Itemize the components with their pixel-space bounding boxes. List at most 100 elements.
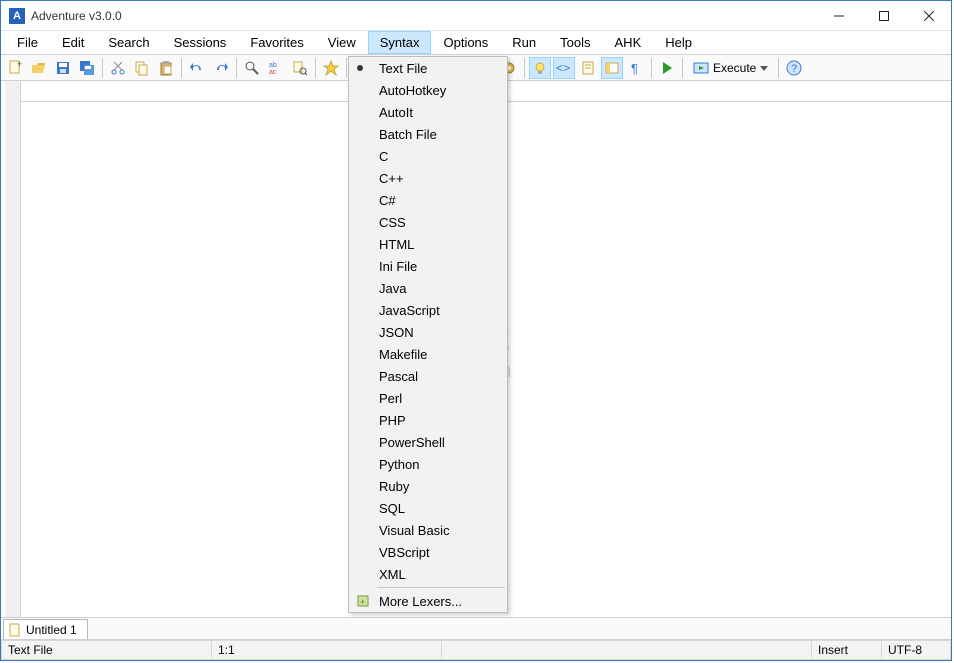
syntax-item-ruby[interactable]: Ruby (349, 475, 507, 497)
syntax-item-label: Batch File (379, 127, 437, 142)
svg-text:ab: ab (269, 62, 277, 69)
syntax-item-label: C++ (379, 171, 404, 186)
toolbar-separator (778, 58, 779, 78)
save-button[interactable] (52, 57, 74, 79)
execute-dropdown[interactable]: Execute (686, 57, 775, 79)
syntax-item-c-[interactable]: C# (349, 189, 507, 211)
run-button[interactable] (656, 57, 678, 79)
menu-tools[interactable]: Tools (548, 31, 602, 54)
save-all-icon (79, 60, 95, 76)
syntax-item-label: VBScript (379, 545, 430, 560)
syntax-item-c-[interactable]: C++ (349, 167, 507, 189)
code-icon: <> (556, 60, 572, 76)
syntax-item-sql[interactable]: SQL (349, 497, 507, 519)
syntax-item-xml[interactable]: XML (349, 563, 507, 585)
svg-text:<>: <> (556, 61, 570, 75)
menu-file[interactable]: File (5, 31, 50, 54)
menu-sessions[interactable]: Sessions (162, 31, 239, 54)
save-all-button[interactable] (76, 57, 98, 79)
syntax-item-label: XML (379, 567, 406, 582)
syntax-item-autohotkey[interactable]: AutoHotkey (349, 79, 507, 101)
maximize-button[interactable] (861, 1, 906, 30)
syntax-item-c[interactable]: C (349, 145, 507, 167)
svg-text:?: ? (791, 63, 797, 75)
syntax-item-label: AutoIt (379, 105, 413, 120)
syntax-item-vbscript[interactable]: VBScript (349, 541, 507, 563)
cut-button[interactable] (107, 57, 129, 79)
syntax-item-perl[interactable]: Perl (349, 387, 507, 409)
syntax-item-autoit[interactable]: AutoIt (349, 101, 507, 123)
find-in-files-button[interactable] (289, 57, 311, 79)
syntax-item-label: Python (379, 457, 419, 472)
menu-run[interactable]: Run (500, 31, 548, 54)
close-button[interactable] (906, 1, 951, 30)
selected-bullet-icon (357, 65, 363, 71)
syntax-item-visual-basic[interactable]: Visual Basic (349, 519, 507, 541)
minimize-button[interactable] (816, 1, 861, 30)
toggle-explorer-button[interactable] (601, 57, 623, 79)
more-lexers-icon: + (355, 593, 371, 609)
paste-button[interactable] (155, 57, 177, 79)
document-icon (8, 623, 22, 637)
app-window: A Adventure v3.0.0 FileEditSearchSession… (0, 0, 952, 661)
undo-button[interactable] (186, 57, 208, 79)
menu-options[interactable]: Options (431, 31, 500, 54)
toolbar-separator (315, 58, 316, 78)
syntax-item-label: CSS (379, 215, 406, 230)
window-title: Adventure v3.0.0 (31, 9, 816, 23)
syntax-item-javascript[interactable]: JavaScript (349, 299, 507, 321)
menu-search[interactable]: Search (96, 31, 161, 54)
new-file-button[interactable]: + (4, 57, 26, 79)
open-file-button[interactable] (28, 57, 50, 79)
menu-favorites[interactable]: Favorites (238, 31, 315, 54)
menu-edit[interactable]: Edit (50, 31, 96, 54)
syntax-item-html[interactable]: HTML (349, 233, 507, 255)
document-tab[interactable]: Untitled 1 (3, 619, 88, 639)
menu-syntax[interactable]: Syntax (368, 31, 432, 54)
syntax-item-ini-file[interactable]: Ini File (349, 255, 507, 277)
status-spacer (441, 640, 811, 660)
syntax-item-label: Makefile (379, 347, 427, 362)
syntax-item-powershell[interactable]: PowerShell (349, 431, 507, 453)
toggle-whitespace-button[interactable] (577, 57, 599, 79)
new-file-icon: + (7, 60, 23, 76)
maximize-icon (879, 11, 889, 21)
menu-view[interactable]: View (316, 31, 368, 54)
document-icon (580, 60, 596, 76)
toggle-pilcrow-button[interactable]: ¶ (625, 57, 647, 79)
document-tab-bar: Untitled 1 (1, 618, 951, 640)
syntax-item-label: C (379, 149, 388, 164)
syntax-item-python[interactable]: Python (349, 453, 507, 475)
syntax-menu: Text FileAutoHotkey AutoIt Batch File C C++ C… (348, 56, 508, 613)
syntax-item-label: Visual Basic (379, 523, 450, 538)
redo-button[interactable] (210, 57, 232, 79)
help-button[interactable]: ? (783, 57, 805, 79)
syntax-item-batch-file[interactable]: Batch File (349, 123, 507, 145)
save-icon (55, 60, 71, 76)
syntax-item-text-file[interactable]: Text File (349, 57, 507, 79)
copy-button[interactable] (131, 57, 153, 79)
syntax-item-json[interactable]: JSON (349, 321, 507, 343)
toolbar-separator (102, 58, 103, 78)
status-bar: Text File 1:1 Insert UTF-8 (1, 640, 951, 660)
toolbar-separator (236, 58, 237, 78)
star-icon (323, 60, 339, 76)
favorites-button[interactable] (320, 57, 342, 79)
toggle-hints-button[interactable] (529, 57, 551, 79)
syntax-item-java[interactable]: Java (349, 277, 507, 299)
menu-help[interactable]: Help (653, 31, 704, 54)
syntax-item-label: HTML (379, 237, 414, 252)
toggle-code-view-button[interactable]: <> (553, 57, 575, 79)
syntax-item-php[interactable]: PHP (349, 409, 507, 431)
syntax-more-lexers[interactable]: +More Lexers... (349, 590, 507, 612)
toolbar-separator (651, 58, 652, 78)
find-button[interactable] (241, 57, 263, 79)
close-icon (924, 11, 934, 21)
syntax-item-makefile[interactable]: Makefile (349, 343, 507, 365)
syntax-item-pascal[interactable]: Pascal (349, 365, 507, 387)
syntax-item-css[interactable]: CSS (349, 211, 507, 233)
replace-button[interactable]: abac (265, 57, 287, 79)
app-icon: A (9, 8, 25, 24)
menu-ahk[interactable]: AHK (603, 31, 654, 54)
tab-title: Untitled 1 (26, 623, 77, 637)
